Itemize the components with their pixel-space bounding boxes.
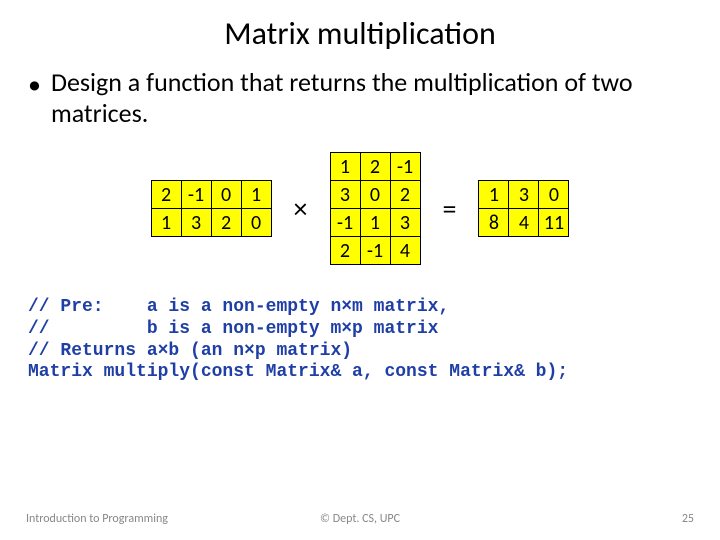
table-row: -1 1 3 [330,209,420,237]
cell: 0 [539,181,569,209]
cell: 0 [360,181,390,209]
cell: 3 [509,181,539,209]
matrix-c: 1 3 0 8 4 11 [478,180,569,237]
cell: 0 [211,181,241,209]
cell: -1 [330,209,360,237]
cell: -1 [181,181,211,209]
bullet-dot: • [28,69,41,100]
cell: 3 [330,181,360,209]
table-row: 1 3 0 [479,181,569,209]
cell: 1 [151,209,181,237]
cell: 1 [479,181,509,209]
cell: 2 [151,181,181,209]
matrix-equation: 2 -1 0 1 1 3 2 0 × 1 2 -1 3 0 2 [0,152,720,265]
cell: 2 [211,209,241,237]
code-line: Matrix multiply(const Matrix& a, const M… [28,362,568,382]
table-row: 2 -1 4 [330,237,420,265]
cell: 4 [390,237,420,265]
cell: 1 [330,153,360,181]
cell: 3 [390,209,420,237]
equals-operator: = [443,191,457,226]
table-row: 1 3 2 0 [151,209,271,237]
cell: 2 [330,237,360,265]
cell: 4 [509,209,539,237]
code-line: // Pre: a is a non-empty n×m matrix, [28,297,449,317]
code-line: // b is a non-empty m×p matrix [28,319,438,339]
bullet-item: • Design a function that returns the mul… [0,67,720,128]
times-operator: × [294,191,308,226]
cell: -1 [390,153,420,181]
cell: 8 [479,209,509,237]
cell: -1 [360,237,390,265]
table-row: 3 0 2 [330,181,420,209]
footer-right: 25 [682,512,694,526]
cell: 1 [241,181,271,209]
table-row: 8 4 11 [479,209,569,237]
cell: 2 [360,153,390,181]
bullet-text: Design a function that returns the multi… [51,67,692,128]
footer: Introduction to Programming © Dept. CS, … [0,512,720,526]
table-row: 1 2 -1 [330,153,420,181]
code-line: // Returns a×b (an n×p matrix) [28,341,352,361]
cell: 0 [241,209,271,237]
slide-title: Matrix multiplication [0,14,720,53]
footer-center: © Dept. CS, UPC [0,512,720,526]
cell: 2 [390,181,420,209]
code-block: // Pre: a is a non-empty n×m matrix, // … [0,297,720,383]
slide: Matrix multiplication • Design a functio… [0,0,720,540]
cell: 1 [360,209,390,237]
table-row: 2 -1 0 1 [151,181,271,209]
cell: 11 [539,209,569,237]
matrix-a: 2 -1 0 1 1 3 2 0 [151,180,272,237]
matrix-b: 1 2 -1 3 0 2 -1 1 3 2 -1 4 [330,152,421,265]
cell: 3 [181,209,211,237]
